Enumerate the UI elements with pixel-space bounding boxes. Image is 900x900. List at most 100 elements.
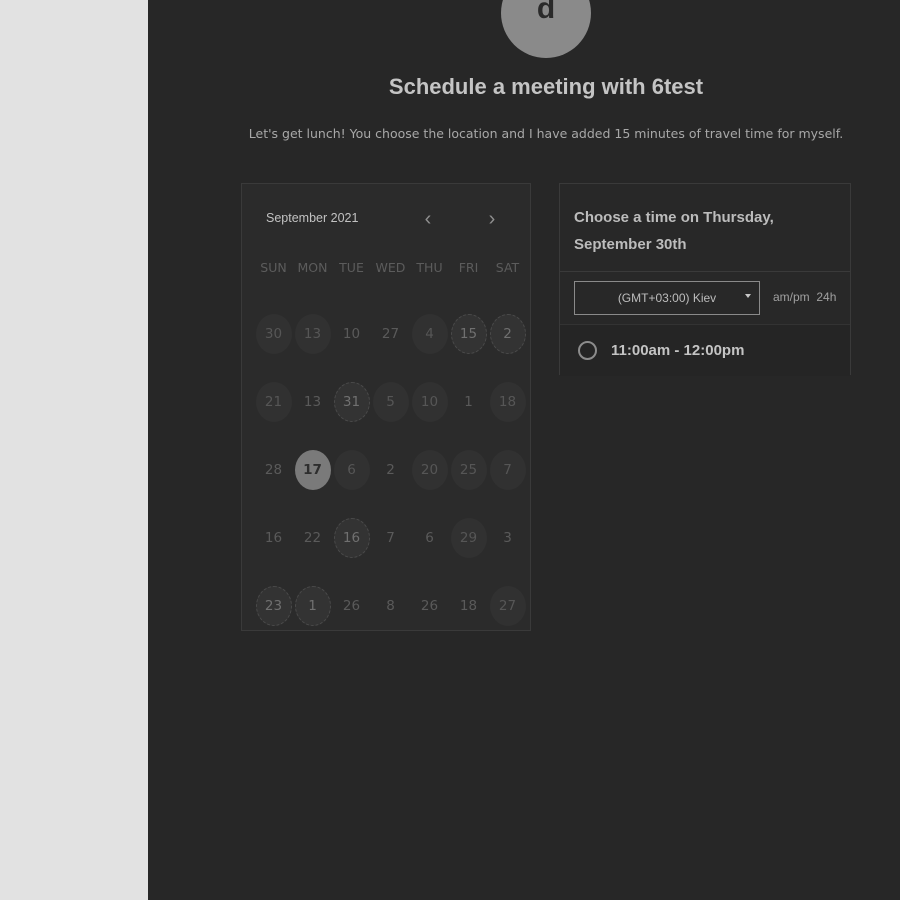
month-label: September 2021	[266, 211, 359, 225]
calendar-cell: 31	[332, 368, 371, 436]
calendar-day: 28	[264, 462, 283, 478]
calendar-day: 13	[303, 394, 322, 410]
calendar-cell: 23	[254, 572, 293, 640]
calendar-day: 27	[381, 326, 400, 342]
caret-down-icon	[745, 294, 751, 298]
calendar-cell: 13	[293, 300, 332, 368]
weekday-label: FRI	[458, 260, 479, 275]
calendar-cell: 4	[410, 300, 449, 368]
format-12h-option[interactable]: am/pm	[773, 290, 810, 304]
calendar-day[interactable]: 18	[489, 382, 526, 422]
scheduling-page: d Schedule a meeting with 6test Let's ge…	[148, 0, 900, 900]
calendar-cell: 13	[293, 368, 332, 436]
calendar-cell: 26	[332, 572, 371, 640]
time-heading: Choose a time on Thursday, September 30t…	[574, 204, 834, 258]
calendar-day: 26	[342, 598, 361, 614]
calendar-day[interactable]: 4	[411, 314, 448, 354]
calendar-day[interactable]: 20	[411, 450, 448, 490]
chevron-right-icon: ›	[488, 208, 496, 230]
calendar-day: 7	[386, 530, 395, 546]
calendar-cell: 2	[371, 436, 410, 504]
calendar-day-selected[interactable]: 17	[294, 450, 331, 490]
weekday-label: TUE	[339, 260, 364, 275]
format-24h-option[interactable]: 24h	[816, 290, 836, 304]
calendar-cell: 29	[449, 504, 488, 572]
timezone-value: (GMT+03:00) Kiev	[617, 291, 717, 305]
calendar-cell: 3	[488, 504, 527, 572]
calendar-day[interactable]: 23	[255, 586, 292, 626]
divider	[560, 271, 850, 272]
calendar-day[interactable]: 31	[333, 382, 370, 422]
weekday-label: SUN	[260, 260, 287, 275]
calendar-cell: 28	[254, 436, 293, 504]
calendar-cell: 21	[254, 368, 293, 436]
day-grid: 30 13 10 27 4 15 2 21 13 31 5 10 1 18 28 17 6 2 20 25 7 16 22 1…	[254, 300, 534, 640]
calendar-cell: 7	[371, 504, 410, 572]
time-heading-line2: September 30th	[574, 236, 687, 253]
next-month-button[interactable]: ›	[482, 208, 502, 230]
calendar-cell: 16	[254, 504, 293, 572]
calendar-day[interactable]: 30	[255, 314, 292, 354]
weekday-header: SUN MON TUE WED THU FRI SAT	[254, 260, 534, 275]
calendar-cell: 1	[449, 368, 488, 436]
calendar-cell: 15	[449, 300, 488, 368]
calendar-day[interactable]: 7	[489, 450, 526, 490]
calendar-cell: 8	[371, 572, 410, 640]
calendar-cell: 18	[449, 572, 488, 640]
weekday-label: MON	[297, 260, 328, 275]
calendar-cell: 10	[410, 368, 449, 436]
calendar-day: 3	[503, 530, 512, 546]
calendar-day[interactable]: 15	[450, 314, 487, 354]
calendar-day: 18	[459, 598, 478, 614]
time-slot-label: 11:00am - 12:00pm	[611, 342, 745, 359]
calendar-day: 10	[342, 326, 361, 342]
calendar-cell: 17	[293, 436, 332, 504]
page-title: Schedule a meeting with 6test	[388, 74, 704, 99]
calendar-cell: 25	[449, 436, 488, 504]
calendar-day[interactable]: 10	[411, 382, 448, 422]
calendar-cell: 18	[488, 368, 527, 436]
calendar-cell: 10	[332, 300, 371, 368]
calendar-cell: 16	[332, 504, 371, 572]
calendar-cell: 30	[254, 300, 293, 368]
chevron-left-icon: ‹	[424, 208, 432, 230]
calendar-day[interactable]: 16	[333, 518, 370, 558]
timezone-select[interactable]: (GMT+03:00) Kiev	[574, 281, 760, 315]
calendar-cell: 6	[332, 436, 371, 504]
calendar-day[interactable]: 21	[255, 382, 292, 422]
page-description: Let's get lunch! You choose the location…	[248, 126, 844, 141]
avatar-letter: d	[536, 0, 556, 25]
calendar-cell: 5	[371, 368, 410, 436]
calendar-day: 2	[386, 462, 395, 478]
weekday-label: WED	[375, 260, 406, 275]
calendar-cell: 6	[410, 504, 449, 572]
calendar-day[interactable]: 13	[294, 314, 331, 354]
calendar-day[interactable]: 27	[489, 586, 526, 626]
calendar-day[interactable]: 2	[489, 314, 526, 354]
calendar-cell: 26	[410, 572, 449, 640]
calendar-day[interactable]: 5	[372, 382, 409, 422]
calendar-day: 6	[425, 530, 434, 546]
weekday-label: THU	[416, 260, 443, 275]
time-slot[interactable]: 11:00am - 12:00pm	[560, 324, 850, 376]
left-gutter	[0, 0, 148, 900]
calendar-day: 16	[264, 530, 283, 546]
calendar-cell: 1	[293, 572, 332, 640]
calendar-cell: 27	[371, 300, 410, 368]
radio-icon	[578, 341, 597, 360]
calendar-cell: 22	[293, 504, 332, 572]
calendar-day: 8	[386, 598, 395, 614]
time-panel: Choose a time on Thursday, September 30t…	[559, 183, 851, 376]
calendar-day[interactable]: 6	[333, 450, 370, 490]
calendar-day[interactable]: 25	[450, 450, 487, 490]
calendar-cell: 7	[488, 436, 527, 504]
calendar-day[interactable]: 29	[450, 518, 487, 558]
calendar-day: 22	[303, 530, 322, 546]
prev-month-button[interactable]: ‹	[418, 208, 438, 230]
calendar-cell: 2	[488, 300, 527, 368]
calendar: September 2021 ‹ › SUN MON TUE WED THU FRI SAT…	[241, 183, 531, 631]
time-format-toggle: am/pm 24h	[773, 290, 836, 304]
calendar-day[interactable]: 1	[294, 586, 331, 626]
calendar-cell: 20	[410, 436, 449, 504]
calendar-day: 26	[420, 598, 439, 614]
